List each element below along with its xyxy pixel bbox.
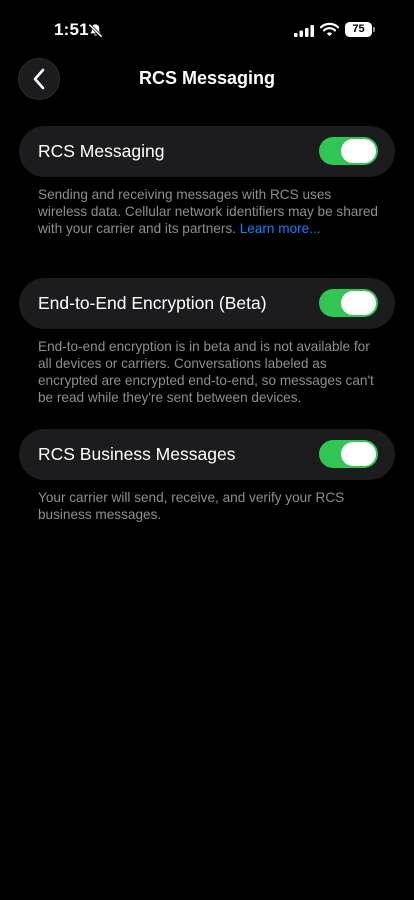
toggle-knob (341, 139, 376, 163)
rcs-messaging-footnote-text: Sending and receiving messages with RCS … (38, 187, 378, 236)
wifi-icon (320, 22, 339, 37)
rcs-business-messages-toggle[interactable] (319, 440, 378, 468)
status-time: 1:51 (54, 20, 89, 39)
rcs-settings-screen: 1:51 75 RCS Messaging RCS Messaging Send… (0, 0, 414, 900)
e2e-encryption-toggle[interactable] (319, 289, 378, 317)
battery-tip (373, 27, 375, 32)
learn-more-link[interactable]: Learn more... (240, 221, 321, 236)
rcs-business-messages-row: RCS Business Messages (19, 429, 395, 480)
e2e-encryption-row: End-to-End Encryption (Beta) (19, 278, 395, 329)
bell-slash-icon (88, 23, 103, 38)
toggle-knob (341, 291, 376, 315)
cellular-signal-icon (294, 25, 314, 37)
status-bar: 1:51 75 (0, 0, 414, 62)
page-title: RCS Messaging (138, 68, 276, 88)
rcs-messaging-toggle[interactable] (319, 137, 378, 165)
rcs-business-messages-label: RCS Business Messages (38, 444, 236, 464)
rcs-messaging-footnote: Sending and receiving messages with RCS … (38, 186, 378, 237)
battery-level: 75 (352, 23, 365, 35)
battery-icon: 75 (345, 22, 372, 37)
rcs-messaging-row: RCS Messaging (19, 126, 395, 177)
e2e-encryption-footnote: End-to-end encryption is in beta and is … (38, 339, 374, 405)
toggle-knob (341, 442, 376, 466)
e2e-encryption-label: End-to-End Encryption (Beta) (38, 293, 267, 313)
rcs-business-messages-footnote: Your carrier will send, receive, and ver… (38, 490, 345, 522)
rcs-messaging-label: RCS Messaging (38, 141, 165, 161)
